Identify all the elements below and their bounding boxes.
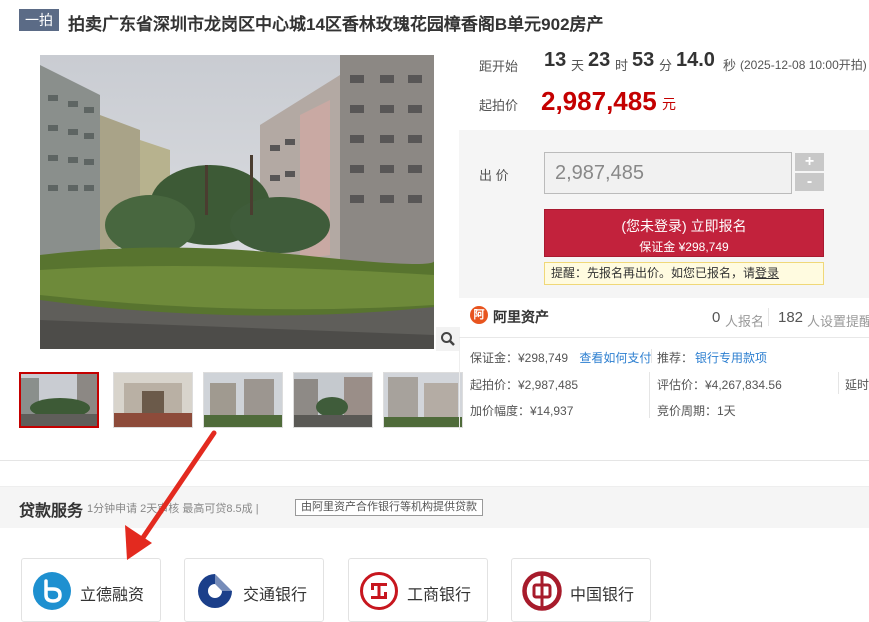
countdown-seconds: 14.0 xyxy=(676,49,715,71)
page-title: 拍卖广东省深圳市龙岗区中心城14区香林玫瑰花园樟香阁B单元902房产 xyxy=(68,15,604,34)
bank-name: 中国银行 xyxy=(570,587,635,604)
countdown-days: 13 xyxy=(544,49,567,71)
thumbnail-4[interactable] xyxy=(293,372,373,428)
thumbnail-1[interactable] xyxy=(19,372,99,428)
auction-title-bar: 一拍 拍卖广东省深圳市龙岗区中心城14区香林玫瑰花园樟香阁B单元902房产 xyxy=(0,0,869,44)
bank-name: 交通银行 xyxy=(243,587,308,604)
lide-logo-icon xyxy=(33,572,71,610)
zoom-icon[interactable] xyxy=(436,327,460,351)
signup-count: 0 xyxy=(712,309,721,326)
bid-label: 出 价 xyxy=(479,168,509,183)
bocom-logo-icon xyxy=(198,574,232,608)
thumbnail-2[interactable] xyxy=(113,372,193,428)
start-price-detail: 起拍价：¥2,987,485 xyxy=(470,378,579,392)
auction-start-time: (2025-12-08 10:00开拍) xyxy=(740,58,867,72)
start-price-unit: 元 xyxy=(662,96,676,112)
loan-subtitle: 1分钟申请 2天审核 最高可贷8.5成 | xyxy=(87,503,259,515)
countdown-seconds-unit: 秒 xyxy=(723,58,737,73)
deposit-amount: 保证金：¥298,749 xyxy=(470,351,569,365)
bank-card-lide[interactable]: 立德融资 xyxy=(21,558,161,622)
col-divider-2 xyxy=(838,372,839,394)
bid-amount-input[interactable]: 2,987,485 xyxy=(544,152,792,194)
section-divider xyxy=(0,460,869,461)
icbc-logo-icon xyxy=(360,572,398,610)
loan-section-title: 贷款服务 xyxy=(19,503,84,520)
thumbnail-3[interactable] xyxy=(203,372,283,428)
countdown-label: 距开始 xyxy=(479,59,519,74)
recommend-info: 推荐： 银行专用款项 xyxy=(657,349,767,366)
signup-notice: 提醒：先报名再出价。如您已报名，请登录 xyxy=(544,262,824,285)
bank-card-bocom[interactable]: 交通银行 xyxy=(184,558,324,622)
start-price-value: 2,987,485 xyxy=(541,86,657,116)
bidding-period: 竞价周期：1天 xyxy=(657,404,736,418)
boc-logo-icon xyxy=(522,571,562,611)
login-link[interactable]: 登录 xyxy=(755,266,779,280)
auction-round-tag: 一拍 xyxy=(19,9,59,31)
notice-text: 提醒：先报名再出价。如您已报名，请 xyxy=(551,266,756,280)
deposit-info: 保证金：¥298,749 查看如何支付 xyxy=(470,349,651,366)
countdown-minutes-unit: 分 xyxy=(659,58,673,73)
signup-count-label: 人报名 xyxy=(725,314,765,329)
bid-increment: 加价幅度：¥14,937 xyxy=(470,404,574,418)
thumbnail-5[interactable] xyxy=(383,372,463,428)
countdown-days-unit: 天 xyxy=(571,58,585,73)
recommend-label: 推荐： xyxy=(657,351,694,365)
signup-deposit-label: 保证金 ¥298,749 xyxy=(639,240,729,254)
countdown-hours: 23 xyxy=(588,49,611,71)
reminder-count-label: 人设置提醒 xyxy=(807,314,869,329)
signup-button-label: (您未登录) 立即报名 xyxy=(621,218,747,234)
property-photo-image xyxy=(40,55,434,349)
bank-name: 立德融资 xyxy=(80,587,145,604)
organizer-name[interactable]: 阿里资产 xyxy=(493,307,549,327)
reminder-count: 182 xyxy=(778,309,804,326)
thumbnail-strip xyxy=(19,372,463,428)
col-divider-1 xyxy=(649,372,650,418)
appraisal-price: 评估价：¥4,267,834.56 xyxy=(657,378,782,392)
bid-increase-button[interactable]: + xyxy=(795,153,824,171)
delay-info: 延时 xyxy=(845,378,869,392)
main-property-photo[interactable] xyxy=(40,55,434,349)
bank-card-boc[interactable]: 中国银行 xyxy=(511,558,651,622)
countdown-hours-unit: 时 xyxy=(615,58,629,73)
signup-button[interactable]: (您未登录) 立即报名 保证金 ¥298,749 xyxy=(544,209,824,257)
bank-name: 工商银行 xyxy=(407,587,472,604)
bank-funds-link[interactable]: 银行专用款项 xyxy=(695,351,767,365)
ali-assets-logo-icon: 阿 xyxy=(470,306,488,324)
how-to-pay-link[interactable]: 查看如何支付 xyxy=(579,351,651,365)
countdown-minutes: 53 xyxy=(632,49,655,71)
row-divider xyxy=(651,349,652,363)
stat-divider xyxy=(768,308,769,326)
bank-card-icbc[interactable]: 工商银行 xyxy=(348,558,488,622)
details-left-border xyxy=(459,338,460,430)
bid-decrease-button[interactable]: - xyxy=(795,173,824,191)
loan-provider-badge: 由阿里资产合作银行等机构提供贷款 xyxy=(295,499,483,516)
start-price-label: 起拍价 xyxy=(479,98,519,113)
